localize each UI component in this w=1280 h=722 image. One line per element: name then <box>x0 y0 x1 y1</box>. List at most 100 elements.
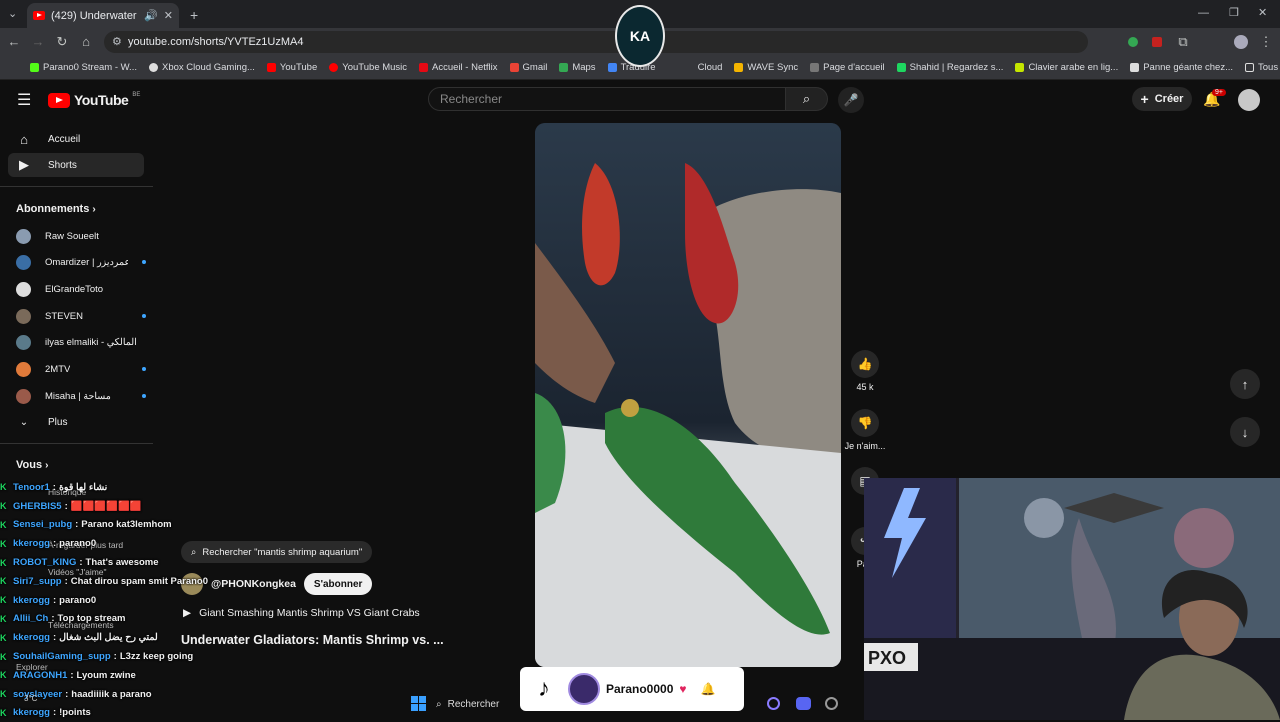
chevron-right-icon: › <box>45 460 49 471</box>
subscription-name: Misaha | مساحة <box>45 390 111 402</box>
site-info-icon[interactable]: ⚙ <box>112 35 122 48</box>
chat-text: That's awesome <box>85 557 159 569</box>
xbox-icon <box>148 63 158 72</box>
chat-text: parano0 <box>59 594 97 606</box>
bookmark-item[interactable]: WAVE Sync <box>734 62 798 73</box>
subscription-item[interactable]: ElGrandeToto <box>16 278 146 300</box>
bookmark-item[interactable]: YouTube <box>266 62 317 73</box>
next-short-button[interactable]: ↓ <box>1230 417 1260 447</box>
discord-icon[interactable] <box>796 697 811 710</box>
dislike-action[interactable]: 👎 Je n'aim... <box>843 409 887 451</box>
page-icon <box>810 63 820 72</box>
subscription-item[interactable]: ilyas elmaliki - المالكي <box>16 331 146 353</box>
bookmark-item[interactable]: Page d'accueil <box>810 62 885 73</box>
subscription-item[interactable]: 2MTV <box>16 358 146 380</box>
chat-separator: : <box>70 669 74 681</box>
bookmark-item[interactable]: Parano0 Stream - W... <box>30 62 137 73</box>
bookmark-item[interactable]: Cloud <box>698 62 723 73</box>
voice-search-button[interactable]: 🎤 <box>838 87 864 113</box>
taskbar-search[interactable]: ⌕ Rechercher <box>436 694 499 714</box>
chat-separator: : <box>113 651 117 663</box>
all-favorites[interactable]: Tous les favoris <box>1245 62 1280 73</box>
subscription-item[interactable]: Omardizer | عمرديزر <box>16 251 146 273</box>
kick-badge-icon: K <box>0 651 7 662</box>
channel-avatar <box>16 281 31 297</box>
subscription-item[interactable]: Misaha | مساحة <box>16 385 146 407</box>
chat-message: Kkkerogg : parano0 <box>0 591 230 610</box>
minimize-icon[interactable]: — <box>1198 7 1209 19</box>
app-icon[interactable] <box>767 697 780 710</box>
chat-username: kkerogg <box>13 594 50 606</box>
close-tab-icon[interactable]: ✕ <box>164 9 173 22</box>
subscribe-button[interactable]: S'abonner <box>303 573 373 595</box>
subscription-name: 2MTV <box>45 363 71 375</box>
svg-text:PXO: PXO <box>868 648 906 668</box>
thumbs-up-icon: 👍 <box>851 350 879 378</box>
home-icon[interactable]: ⌂ <box>78 34 94 49</box>
subscription-item[interactable]: STEVEN <box>16 305 146 327</box>
reload-icon[interactable]: ↻ <box>54 34 70 50</box>
hamburger-menu-icon[interactable]: ☰ <box>17 90 31 110</box>
weather-widget[interactable]: 3°C <box>24 694 37 703</box>
you-title[interactable]: Vous › <box>16 459 48 471</box>
tab-search-icon[interactable]: ⌄ <box>8 7 17 20</box>
like-action[interactable]: 👍 45 k <box>843 350 887 392</box>
subscription-item[interactable]: Raw Soueelt <box>16 225 146 247</box>
address-bar[interactable]: ⚙ youtube.com/shorts/YVTEz1UzMA4 <box>104 31 1088 53</box>
video-frame <box>535 123 841 667</box>
subscriptions-title[interactable]: Abonnements › <box>16 203 96 215</box>
forward-icon[interactable]: → <box>30 34 46 49</box>
chat-text: L3zz keep going <box>119 651 194 663</box>
chat-text: نشاء لها قوة <box>58 481 108 493</box>
previous-short-button[interactable]: ↑ <box>1230 369 1260 399</box>
divider <box>0 443 153 444</box>
sidebar-item-shorts[interactable]: ▶ Shorts <box>8 153 144 177</box>
bookmark-item[interactable]: Panne géante chez... <box>1130 62 1233 73</box>
chat-message: K Sensei_pubg : Parano kat3lemhom <box>0 516 230 535</box>
chat-username: Sensei_pubg <box>13 519 73 531</box>
sidebar-item-home[interactable]: ⌂ Accueil <box>8 127 144 151</box>
search-button[interactable]: ⌕ <box>786 87 828 111</box>
restore-icon[interactable]: ❐ <box>1229 6 1239 19</box>
chat-username: ROBOT_KING <box>13 557 77 569</box>
kick-badge-icon: K <box>0 689 7 700</box>
create-button[interactable]: + Créer <box>1132 87 1192 111</box>
bookmark-item[interactable]: YouTube Music <box>329 62 407 73</box>
back-icon[interactable]: ← <box>6 34 22 49</box>
bookmark-item[interactable]: Clavier arabe en lig... <box>1015 62 1118 73</box>
kick-badge-icon: K <box>0 482 7 493</box>
bookmark-item[interactable]: Accueil - Netflix <box>419 62 498 73</box>
netflix-icon <box>419 63 429 72</box>
windows-start-icon[interactable] <box>411 696 426 711</box>
youtube-logo[interactable]: YouTube BE <box>48 92 140 108</box>
shorts-video-player[interactable] <box>535 123 841 667</box>
kick-badge-icon: K <box>0 595 7 606</box>
youtube-play-icon <box>48 92 70 108</box>
search-input[interactable]: Rechercher <box>428 87 786 111</box>
bookmark-item[interactable]: Gmail <box>509 62 547 73</box>
bookmark-item[interactable]: Xbox Cloud Gaming... <box>148 62 255 73</box>
app-icon[interactable] <box>825 697 838 710</box>
new-tab-icon[interactable]: + <box>190 7 198 23</box>
arrow-down-icon: ↓ <box>1241 424 1249 440</box>
chat-text: لمتي رح يضل البث شغال <box>59 632 158 644</box>
close-window-icon[interactable]: ✕ <box>1258 6 1267 19</box>
subscription-name: ElGrandeToto <box>45 283 104 295</box>
profile-avatar[interactable] <box>1234 35 1248 49</box>
extensions-puzzle-icon[interactable]: ⧉ <box>1175 34 1191 50</box>
menu-dots-icon[interactable]: ⋮ <box>1258 34 1274 50</box>
bookmark-item[interactable]: Shahid | Regardez s... <box>896 62 1003 73</box>
chat-separator: : <box>52 481 56 493</box>
browser-tab[interactable]: (429) Underwater Gladiators 🔊 ✕ <box>27 3 179 28</box>
extension-icon[interactable] <box>1152 37 1162 47</box>
folder-icon <box>1245 63 1255 72</box>
channel-avatar <box>16 228 31 244</box>
bell-icon: 🔔 <box>700 682 716 696</box>
account-avatar[interactable] <box>1238 89 1260 111</box>
sidebar-item-more[interactable]: ⌄ Plus <box>8 410 144 434</box>
kick-badge-icon: K <box>0 632 7 643</box>
extension-icon[interactable] <box>1128 37 1138 47</box>
bookmark-item[interactable]: Maps <box>559 62 596 73</box>
tiktok-icon: ♪ <box>526 671 562 707</box>
speaker-icon[interactable]: 🔊 <box>144 9 158 22</box>
